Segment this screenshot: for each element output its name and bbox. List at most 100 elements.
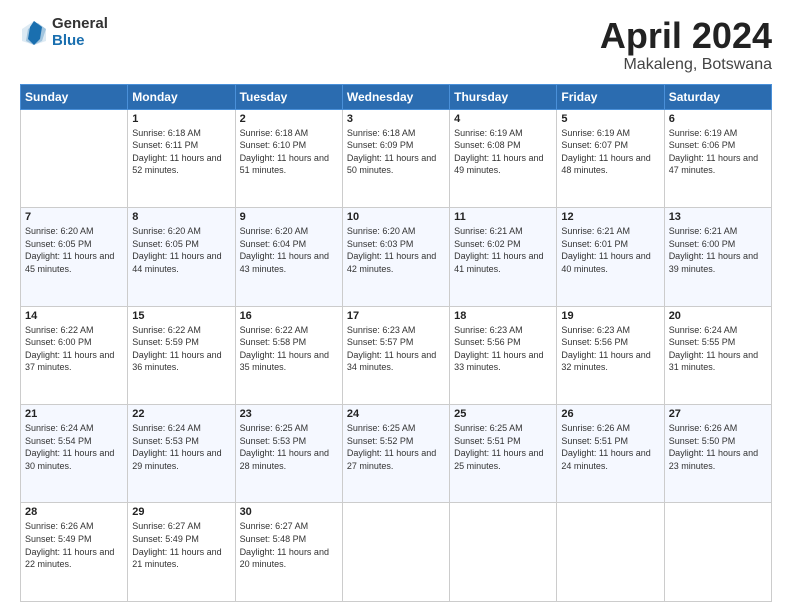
- table-cell: 1 Sunrise: 6:18 AM Sunset: 6:11 PM Daylig…: [128, 109, 235, 207]
- day-number: 27: [669, 408, 767, 420]
- day-number: 7: [25, 211, 123, 223]
- table-cell: 19 Sunrise: 6:23 AM Sunset: 5:56 PM Dayli…: [557, 306, 664, 404]
- table-cell: 22Sunrise: 6:24 AM Sunset: 5:53 PM Dayli…: [128, 405, 235, 503]
- day-info: Sunrise: 6:20 AM Sunset: 6:03 PM Dayligh…: [347, 225, 445, 275]
- day-info: Sunrise: 6:22 AM Sunset: 5:58 PM Dayligh…: [240, 324, 338, 374]
- day-info: Sunrise: 6:26 AM Sunset: 5:50 PM Dayligh…: [669, 422, 767, 472]
- day-number: 24: [347, 408, 445, 420]
- table-cell: 5Sunrise: 6:19 AM Sunset: 6:07 PM Daylig…: [557, 109, 664, 207]
- day-number: 13: [669, 211, 767, 223]
- day-info: Sunrise: 6:20 AM Sunset: 6:05 PM Dayligh…: [25, 225, 123, 275]
- day-info: Sunrise: 6:22 AM Sunset: 6:00 PM Dayligh…: [25, 324, 123, 374]
- day-info: Sunrise: 6:25 AM Sunset: 5:52 PM Dayligh…: [347, 422, 445, 472]
- table-cell: [450, 503, 557, 602]
- header-row: Sunday Monday Tuesday Wednesday Thursday…: [21, 84, 772, 109]
- table-cell: 29 Sunrise: 6:27 AM Sunset: 5:49 PM Dayli…: [128, 503, 235, 602]
- day-info: Sunrise: 6:23 AM Sunset: 5:57 PM Dayligh…: [347, 324, 445, 374]
- logo-icon: [20, 19, 48, 47]
- table-cell: 16 Sunrise: 6:22 AM Sunset: 5:58 PM Dayli…: [235, 306, 342, 404]
- day-number: 23: [240, 408, 338, 420]
- day-info: Sunrise: 6:22 AM Sunset: 5:59 PM Dayligh…: [132, 324, 230, 374]
- table-cell: 13Sunrise: 6:21 AM Sunset: 6:00 PM Dayli…: [664, 208, 771, 306]
- day-number: 26: [561, 408, 659, 420]
- table-cell: 7 Sunrise: 6:20 AM Sunset: 6:05 PM Daylig…: [21, 208, 128, 306]
- day-info: Sunrise: 6:18 AM Sunset: 6:09 PM Dayligh…: [347, 127, 445, 177]
- day-info: Sunrise: 6:21 AM Sunset: 6:01 PM Dayligh…: [561, 225, 659, 275]
- table-cell: 15 Sunrise: 6:22 AM Sunset: 5:59 PM Dayli…: [128, 306, 235, 404]
- day-info: Sunrise: 6:18 AM Sunset: 6:11 PM Dayligh…: [132, 127, 230, 177]
- day-number: 3: [347, 113, 445, 125]
- day-info: Sunrise: 6:21 AM Sunset: 6:02 PM Dayligh…: [454, 225, 552, 275]
- day-number: 6: [669, 113, 767, 125]
- table-cell: 10 Sunrise: 6:20 AM Sunset: 6:03 PM Dayli…: [342, 208, 449, 306]
- day-info: Sunrise: 6:23 AM Sunset: 5:56 PM Dayligh…: [454, 324, 552, 374]
- calendar-location: Makaleng, Botswana: [600, 56, 772, 74]
- day-number: 17: [347, 310, 445, 322]
- day-number: 11: [454, 211, 552, 223]
- day-info: Sunrise: 6:27 AM Sunset: 5:49 PM Dayligh…: [132, 520, 230, 570]
- table-cell: [342, 503, 449, 602]
- col-friday: Friday: [557, 84, 664, 109]
- day-number: 8: [132, 211, 230, 223]
- day-info: Sunrise: 6:25 AM Sunset: 5:53 PM Dayligh…: [240, 422, 338, 472]
- day-number: 21: [25, 408, 123, 420]
- table-cell: 24 Sunrise: 6:25 AM Sunset: 5:52 PM Dayli…: [342, 405, 449, 503]
- day-number: 25: [454, 408, 552, 420]
- col-saturday: Saturday: [664, 84, 771, 109]
- day-number: 19: [561, 310, 659, 322]
- table-cell: 3 Sunrise: 6:18 AM Sunset: 6:09 PM Daylig…: [342, 109, 449, 207]
- calendar-title: April 2024: [600, 16, 772, 56]
- table-cell: 27 Sunrise: 6:26 AM Sunset: 5:50 PM Dayli…: [664, 405, 771, 503]
- table-cell: 30Sunrise: 6:27 AM Sunset: 5:48 PM Dayli…: [235, 503, 342, 602]
- table-cell: 2 Sunrise: 6:18 AM Sunset: 6:10 PM Daylig…: [235, 109, 342, 207]
- table-cell: 18 Sunrise: 6:23 AM Sunset: 5:56 PM Dayli…: [450, 306, 557, 404]
- day-number: 15: [132, 310, 230, 322]
- table-row: 14 Sunrise: 6:22 AM Sunset: 6:00 PM Dayli…: [21, 306, 772, 404]
- col-tuesday: Tuesday: [235, 84, 342, 109]
- day-info: Sunrise: 6:24 AM Sunset: 5:53 PM Dayligh…: [132, 422, 230, 472]
- day-number: 1: [132, 113, 230, 125]
- table-cell: [21, 109, 128, 207]
- day-info: Sunrise: 6:19 AM Sunset: 6:07 PM Dayligh…: [561, 127, 659, 177]
- table-cell: 4Sunrise: 6:19 AM Sunset: 6:08 PM Daylig…: [450, 109, 557, 207]
- table-cell: [664, 503, 771, 602]
- day-number: 2: [240, 113, 338, 125]
- day-info: Sunrise: 6:23 AM Sunset: 5:56 PM Dayligh…: [561, 324, 659, 374]
- day-info: Sunrise: 6:24 AM Sunset: 5:54 PM Dayligh…: [25, 422, 123, 472]
- logo-text: General Blue: [52, 16, 108, 49]
- col-sunday: Sunday: [21, 84, 128, 109]
- day-number: 12: [561, 211, 659, 223]
- day-info: Sunrise: 6:18 AM Sunset: 6:10 PM Dayligh…: [240, 127, 338, 177]
- col-thursday: Thursday: [450, 84, 557, 109]
- table-cell: 23 Sunrise: 6:25 AM Sunset: 5:53 PM Dayli…: [235, 405, 342, 503]
- table-cell: 11 Sunrise: 6:21 AM Sunset: 6:02 PM Dayli…: [450, 208, 557, 306]
- day-info: Sunrise: 6:24 AM Sunset: 5:55 PM Dayligh…: [669, 324, 767, 374]
- day-number: 30: [240, 506, 338, 518]
- table-cell: 12 Sunrise: 6:21 AM Sunset: 6:01 PM Dayli…: [557, 208, 664, 306]
- table-row: 28Sunrise: 6:26 AM Sunset: 5:49 PM Dayli…: [21, 503, 772, 602]
- day-info: Sunrise: 6:25 AM Sunset: 5:51 PM Dayligh…: [454, 422, 552, 472]
- day-number: 16: [240, 310, 338, 322]
- day-number: 10: [347, 211, 445, 223]
- day-number: 9: [240, 211, 338, 223]
- table-cell: 17 Sunrise: 6:23 AM Sunset: 5:57 PM Dayli…: [342, 306, 449, 404]
- table-cell: 26Sunrise: 6:26 AM Sunset: 5:51 PM Dayli…: [557, 405, 664, 503]
- logo-blue-label: Blue: [52, 33, 108, 50]
- col-monday: Monday: [128, 84, 235, 109]
- table-cell: 8 Sunrise: 6:20 AM Sunset: 6:05 PM Daylig…: [128, 208, 235, 306]
- table-cell: 20Sunrise: 6:24 AM Sunset: 5:55 PM Dayli…: [664, 306, 771, 404]
- table-row: 7 Sunrise: 6:20 AM Sunset: 6:05 PM Daylig…: [21, 208, 772, 306]
- table-row: 21 Sunrise: 6:24 AM Sunset: 5:54 PM Dayli…: [21, 405, 772, 503]
- table-row: 1 Sunrise: 6:18 AM Sunset: 6:11 PM Daylig…: [21, 109, 772, 207]
- day-info: Sunrise: 6:26 AM Sunset: 5:49 PM Dayligh…: [25, 520, 123, 570]
- table-cell: [557, 503, 664, 602]
- day-number: 29: [132, 506, 230, 518]
- day-number: 14: [25, 310, 123, 322]
- day-number: 4: [454, 113, 552, 125]
- page: General Blue April 2024 Makaleng, Botswa…: [0, 0, 792, 612]
- table-cell: 14 Sunrise: 6:22 AM Sunset: 6:00 PM Dayli…: [21, 306, 128, 404]
- day-info: Sunrise: 6:20 AM Sunset: 6:04 PM Dayligh…: [240, 225, 338, 275]
- day-info: Sunrise: 6:20 AM Sunset: 6:05 PM Dayligh…: [132, 225, 230, 275]
- day-number: 18: [454, 310, 552, 322]
- col-wednesday: Wednesday: [342, 84, 449, 109]
